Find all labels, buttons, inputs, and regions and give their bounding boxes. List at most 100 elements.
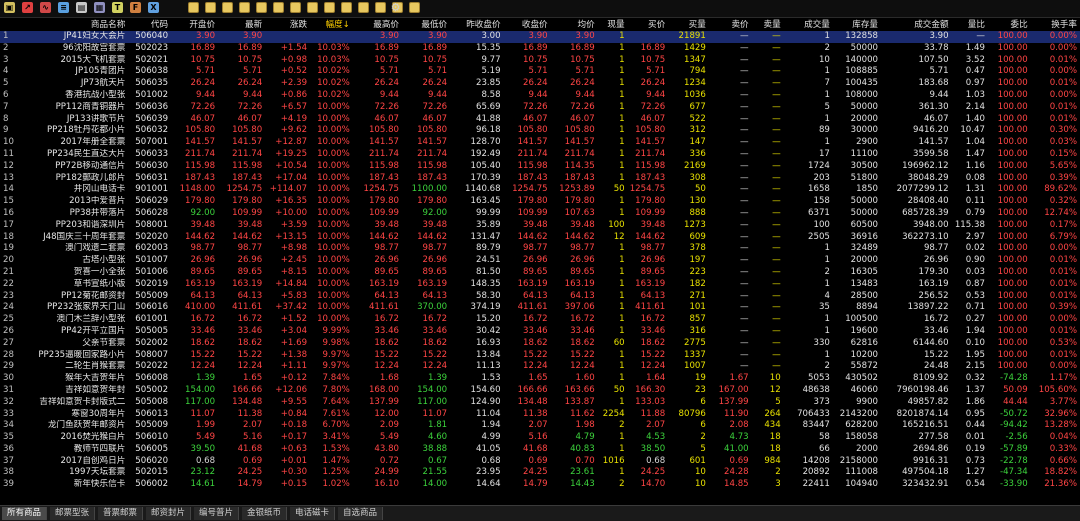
column-header[interactable] [0, 17, 30, 31]
tab-7[interactable]: 自选商品 [338, 507, 384, 520]
column-header[interactable]: 最高价 [353, 17, 402, 31]
table-row[interactable]: 32 吉祥如意贺卡封版式二 505008 117.00 134.48 +9.55 7.64%… [0, 397, 1080, 409]
tab-0[interactable]: 所有商品 [2, 507, 48, 520]
table-row[interactable]: 6 香港抗战小型张 501002 9.44 9.44 +0.86 10.02% 9.44 9.4… [0, 90, 1080, 102]
table-row[interactable]: 22 草书宣纸小版 502019 163.19 163.19 +14.84 10.00% 16… [0, 279, 1080, 291]
table-row[interactable]: 1 JP41妇女大会片 506040 3.90 3.90 3.90 3.90 3.00 3.90… [0, 31, 1080, 43]
table-row[interactable]: 8 JP133讲歌节片 506039 46.07 46.07 +4.19 10.00% 46.… [0, 114, 1080, 126]
column-header[interactable]: 最低价 [402, 17, 450, 31]
table-row[interactable]: 17 PP203和谐深圳片 508001 39.48 39.48 +3.59 10.00% 3… [0, 220, 1080, 232]
table-row[interactable]: 24 PP232张家界天门山 506016 410.00 411.61 +37.42 10.… [0, 302, 1080, 314]
table-row[interactable]: 5 JP73航天片 506035 26.24 26.24 +2.39 10.02% 26.24… [0, 78, 1080, 90]
tab-6[interactable]: 电话磁卡 [290, 507, 336, 520]
column-header[interactable]: 量比 [952, 17, 988, 31]
column-header[interactable]: 代码 [128, 17, 171, 31]
notebook-icon[interactable] [273, 2, 284, 13]
notebook-icon[interactable] [341, 2, 352, 13]
notebook-icon[interactable] [290, 2, 301, 13]
table-row[interactable]: 33 寒窗30周年片 506013 11.07 11.38 +0.84 7.61% 12.00… [0, 409, 1080, 421]
tab-1[interactable]: 邮票型张 [50, 507, 96, 520]
table-cell: 154.60 [470, 384, 501, 395]
column-header[interactable]: 幅度↓ [310, 17, 353, 31]
column-header[interactable]: 商品名称 [30, 17, 128, 31]
column-header[interactable]: 买价 [628, 17, 669, 31]
column-header[interactable]: 收盘价 [504, 17, 551, 31]
table-cell: +9.55 [280, 396, 308, 407]
f10-icon[interactable]: F [130, 2, 141, 13]
table-row[interactable]: 25 澳门木兰辞小型张 601001 16.72 16.72 +1.52 10.00% 16.… [0, 314, 1080, 326]
tab-3[interactable]: 邮资封片 [146, 507, 192, 520]
table-cell: 362273.10 [902, 231, 949, 242]
notebook-icon[interactable] [358, 2, 369, 13]
kline-icon[interactable]: ∿ [40, 2, 51, 13]
notebook-icon[interactable] [307, 2, 318, 13]
notebook-icon[interactable] [375, 2, 386, 13]
table-row[interactable]: 7 PP112商青铜器片 506036 72.26 72.26 +6.57 10.00% 72… [0, 102, 1080, 114]
table-row[interactable]: 9 PP218牡丹花都小片 506032 105.80 105.80 +9.62 10.00… [0, 125, 1080, 137]
notebook-icon[interactable] [239, 2, 250, 13]
table-row[interactable]: 31 吉祥如意贺年封 505002 154.00 166.66 +12.06 7.80% 16… [0, 385, 1080, 397]
table-row[interactable]: 36 教师节四联片 506005 39.50 41.68 +0.63 1.53% 43.80 3… [0, 444, 1080, 456]
notebook-icon[interactable] [256, 2, 267, 13]
table-row[interactable]: 30 猴年大吉贺年片 506008 1.39 1.65 +0.12 7.84% 1.68 1.3… [0, 373, 1080, 385]
column-header[interactable]: 换手率 [1031, 17, 1080, 31]
notebook-icon[interactable] [188, 2, 199, 13]
table-cell: 92.00 [190, 207, 216, 218]
notebook-icon[interactable] [409, 2, 420, 13]
notebook-icon[interactable] [205, 2, 216, 13]
table-row[interactable]: 3 2015大飞机套票 502021 10.75 10.75 +0.98 10.03% 10.… [0, 55, 1080, 67]
table-row[interactable]: 16 PP38井带落片 506028 92.00 109.99 +10.00 10.00% 1… [0, 208, 1080, 220]
table-row[interactable]: 15 2013中爱普片 506029 179.80 179.80 +16.35 10.00%… [0, 196, 1080, 208]
text-icon[interactable]: T [112, 2, 123, 13]
table-row[interactable]: 20 古塔小型张 501007 26.96 26.96 +2.45 10.00% 26.96 2… [0, 255, 1080, 267]
tab-5[interactable]: 金银纸币 [242, 507, 288, 520]
x-icon[interactable]: X [148, 2, 159, 13]
column-header[interactable]: 卖价 [709, 17, 752, 31]
table-row[interactable]: 21 贺喜一小全张 501006 89.65 89.65 +8.15 10.00% 89.65… [0, 267, 1080, 279]
tab-4[interactable]: 编号普片 [194, 507, 240, 520]
column-header[interactable]: 库存量 [833, 17, 881, 31]
start-icon[interactable]: ▣ [4, 2, 15, 13]
column-header[interactable]: 最新 [218, 17, 265, 31]
table-cell: 163.45 [470, 196, 501, 207]
column-header[interactable]: 涨跌 [265, 17, 310, 31]
table-cell: 0.30% [1049, 125, 1077, 136]
column-header[interactable]: 成交量 [784, 17, 833, 31]
table-row[interactable]: 29 二轮生肖猴套票 502022 12.24 12.24 +1.11 9.97% 12.24… [0, 361, 1080, 373]
notebook-icon[interactable] [324, 2, 335, 13]
table-row[interactable]: 34 龙门鱼跃贺年邮资片 505009 1.99 2.07 +0.18 6.70% 2.09 1… [0, 420, 1080, 432]
column-header[interactable]: 卖量 [752, 17, 784, 31]
table-row[interactable]: 2 96沈阳故宫套票 502023 16.89 16.89 +1.54 10.03% 16.8… [0, 43, 1080, 55]
table-row[interactable]: 14 井冈山电话卡 901001 1148.00 1254.75 +114.07 10.00… [0, 184, 1080, 196]
column-header[interactable]: 买量 [668, 17, 709, 31]
column-header[interactable]: 委比 [988, 17, 1031, 31]
table-row[interactable]: 13 PP182郵政儿郎片 506031 187.43 187.43 +17.04 10.0… [0, 173, 1080, 185]
table-row[interactable]: 10 2017年册全套票 507001 141.57 141.57 +12.87 10.00… [0, 137, 1080, 149]
table-row[interactable]: 28 PP235逼暖回家路小片 508007 15.22 15.22 +1.38 9.97%… [0, 350, 1080, 362]
column-header[interactable]: 成交金额 [881, 17, 952, 31]
table-row[interactable]: 4 JP105青团片 506038 5.71 5.71 +0.52 10.02% 5.71 5.… [0, 66, 1080, 78]
table-row[interactable]: 19 澳门戏遗二套票 602003 98.77 98.77 +8.98 10.00% 98.7… [0, 243, 1080, 255]
table-row[interactable]: 38 1997天坛套票 502015 23.12 24.25 +0.30 1.25% 24.9… [0, 467, 1080, 479]
table-row[interactable]: 11 PP234民生直达大片 506033 211.74 211.74 +19.25 10.… [0, 149, 1080, 161]
grid-icon[interactable]: ▦ [94, 2, 105, 13]
table-row[interactable]: 12 PP72B移动通信片 506030 115.98 115.98 +10.54 10.0… [0, 161, 1080, 173]
table-row[interactable]: 23 PP12菊花邮资封 505009 64.13 64.13 +5.83 10.00% 64… [0, 291, 1080, 303]
list-icon[interactable]: ≡ [58, 2, 69, 13]
column-header[interactable]: 开盘价 [171, 17, 218, 31]
table-row[interactable]: 26 PP42开平立国片 505005 33.46 33.46 +3.04 9.99% 33.… [0, 326, 1080, 338]
table-row[interactable]: 37 2017自创鸡日片 506020 0.68 0.69 +0.01 1.47% 0.72 0… [0, 456, 1080, 468]
table-row[interactable]: 35 2016焚光猴白片 506010 5.49 5.16 +0.17 3.41% 5.49 4… [0, 432, 1080, 444]
table-row[interactable]: 39 新年快乐信卡 506002 14.61 14.79 +0.15 1.02% 16.10 1… [0, 479, 1080, 491]
chart-icon[interactable]: ↗ [22, 2, 33, 13]
table-cell: 65.69 [475, 101, 501, 112]
notebook-icon[interactable] [222, 2, 233, 13]
column-header[interactable]: 昨收盘价 [450, 17, 503, 31]
settings-icon[interactable]: ⚙ [390, 2, 401, 13]
table-row[interactable]: 18 J48国庆三十周年套票 502020 144.62 144.62 +13.15 10.… [0, 232, 1080, 244]
column-header[interactable]: 均价 [551, 17, 598, 31]
table-row[interactable]: 27 父亲节套票 502002 18.62 18.62 +1.69 9.98% 18.62 18… [0, 338, 1080, 350]
window-icon[interactable]: ▤ [76, 2, 87, 13]
column-header[interactable]: 现量 [598, 17, 628, 31]
tab-2[interactable]: 普票邮票 [98, 507, 144, 520]
